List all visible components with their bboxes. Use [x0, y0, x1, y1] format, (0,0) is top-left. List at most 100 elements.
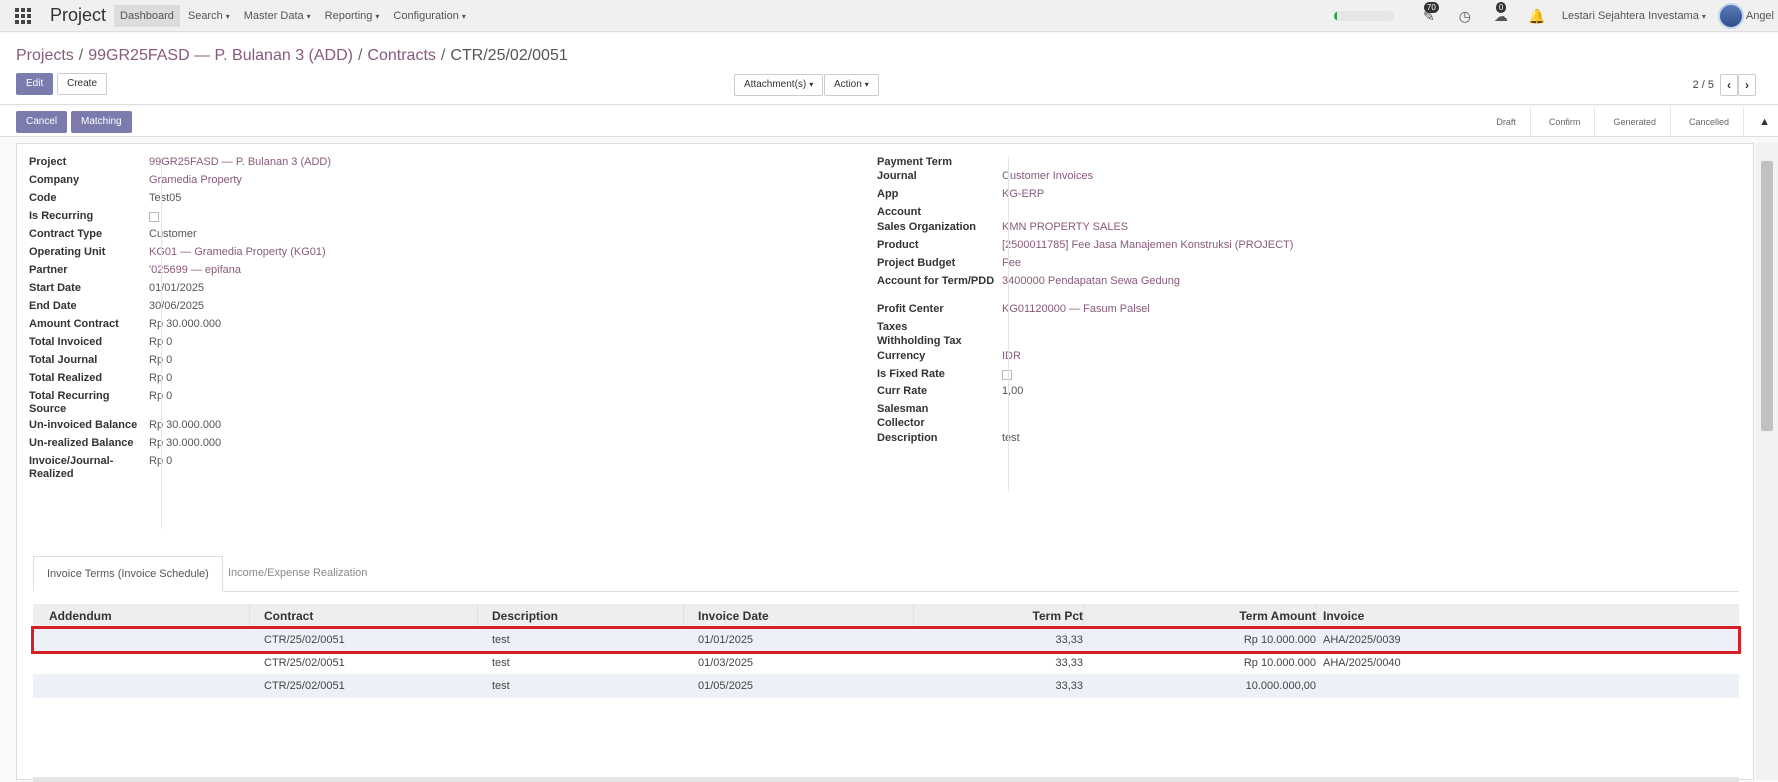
- vertical-scrollbar[interactable]: [1756, 143, 1778, 780]
- field-salesman: Salesman: [877, 403, 1002, 416]
- breadcrumb-item[interactable]: 99GR25FASD — P. Bulanan 3 (ADD): [88, 47, 353, 64]
- field-label: Project Budget: [877, 257, 956, 269]
- cancel-button[interactable]: Cancel: [16, 111, 68, 133]
- field-value[interactable]: 99GR25FASD — P. Bulanan 3 (ADD): [149, 156, 331, 169]
- table-footer: [33, 777, 1739, 782]
- clock-icon[interactable]: ◷: [1454, 5, 1476, 27]
- field-sales-organization: Sales Organization KMN PROPERTY SALES: [877, 221, 1128, 234]
- field-value[interactable]: KG01 — Gramedia Property (KG01): [149, 246, 326, 259]
- field-label: Total Journal: [29, 354, 98, 366]
- checkbox-input[interactable]: [1002, 370, 1012, 380]
- field-value[interactable]: [2500011785] Fee Jasa Manajemen Konstruk…: [1002, 239, 1293, 252]
- field-value: 01/01/2025: [149, 282, 205, 294]
- column-header-description[interactable]: Description: [492, 609, 558, 623]
- menu-reporting[interactable]: Reporting ▾: [319, 5, 386, 27]
- field-value[interactable]: Gramedia Property: [149, 174, 242, 187]
- breadcrumb-item[interactable]: Projects: [16, 47, 74, 64]
- pager-value[interactable]: 2 / 5: [1693, 79, 1714, 91]
- field-value[interactable]: IDR: [1002, 350, 1021, 363]
- field-value[interactable]: Fee: [1002, 257, 1021, 270]
- field-label: Start Date: [29, 282, 81, 294]
- field-company: Company Gramedia Property: [29, 174, 242, 187]
- field-value: Customer: [149, 228, 197, 240]
- cell-term-amount: 10.000.000,00: [1245, 680, 1316, 692]
- matching-button[interactable]: Matching: [71, 111, 132, 133]
- field-withholding-tax: Withholding Tax: [877, 335, 1002, 348]
- breadcrumb-separator: /: [78, 47, 84, 64]
- form-sheet: Project 99GR25FASD — P. Bulanan 3 (ADD) Co…: [16, 143, 1754, 782]
- cell-description: test: [492, 634, 510, 646]
- stage-draft[interactable]: Draft: [1478, 107, 1531, 137]
- tab-income-expense-realization[interactable]: Income/Expense Realization: [215, 556, 380, 592]
- column-header-invoice[interactable]: Invoice: [1323, 609, 1364, 623]
- menu-master-data[interactable]: Master Data ▾: [238, 5, 317, 27]
- onboarding-progress-bar[interactable]: [1333, 11, 1394, 21]
- breadcrumb-item[interactable]: Contracts: [367, 47, 435, 64]
- field-invoice-journal-realized: Invoice/Journal-Realized Rp 0: [29, 455, 172, 481]
- user-avatar[interactable]: [1717, 3, 1744, 29]
- pager-next-button[interactable]: ›: [1738, 74, 1756, 96]
- field-value[interactable]: '025699 — epifana: [149, 264, 241, 277]
- company-switcher[interactable]: Lestari Sejahtera Investama ▾: [1562, 10, 1706, 22]
- stage-confirm[interactable]: Confirm: [1531, 107, 1596, 137]
- attachments-dropdown[interactable]: Attachment(s) ▾: [734, 74, 824, 96]
- column-header-term-pct[interactable]: Term Pct: [1033, 609, 1083, 623]
- table-row[interactable]: CTR/25/02/0051 test 01/03/2025 33,33 Rp 10.0…: [33, 651, 1739, 675]
- pager-previous-button[interactable]: ‹: [1720, 74, 1738, 96]
- action-dropdown[interactable]: Action ▾: [824, 74, 879, 96]
- column-header-addendum[interactable]: Addendum: [49, 609, 112, 623]
- stage-cancelled[interactable]: Cancelled: [1671, 107, 1744, 137]
- field-is-recurring: Is Recurring: [29, 210, 159, 223]
- scrollbar-thumb[interactable]: [1761, 161, 1773, 431]
- field-value[interactable]: 3400000 Pendapatan Sewa Gedung: [1002, 275, 1180, 288]
- column-header-contract[interactable]: Contract: [264, 609, 313, 623]
- collapse-up-icon[interactable]: ▲: [1759, 116, 1770, 128]
- checkbox-input[interactable]: [149, 212, 159, 222]
- field-label: Project: [29, 156, 67, 168]
- main-menu: Dashboard Search ▾ Master Data ▾ Reporting ▾ Co…: [114, 4, 474, 27]
- cell-contract: CTR/25/02/0051: [264, 657, 345, 669]
- left-group-divider: [161, 157, 162, 529]
- field-value: 30/06/2025: [149, 300, 205, 312]
- column-divider: [1083, 604, 1084, 628]
- table-row[interactable]: CTR/25/02/0051 test 01/05/2025 33,33 10.000.…: [33, 674, 1739, 698]
- field-taxes: Taxes: [877, 321, 1002, 334]
- field-value[interactable]: Customer Invoices: [1002, 170, 1093, 183]
- column-header-term-amount[interactable]: Term Amount: [1239, 609, 1316, 623]
- breadcrumb-current: CTR/25/02/0051: [450, 47, 568, 64]
- column-header-invoice-date[interactable]: Invoice Date: [698, 609, 769, 623]
- user-name[interactable]: Angel: [1746, 10, 1774, 22]
- field-value[interactable]: KMN PROPERTY SALES: [1002, 221, 1128, 234]
- menu-configuration[interactable]: Configuration ▾: [387, 5, 471, 27]
- field-label: Description: [877, 432, 938, 444]
- field-label: Un-invoiced Balance: [29, 419, 138, 431]
- activity-icon[interactable]: ✎ 70: [1418, 2, 1440, 27]
- cell-invoice-date: 01/03/2025: [698, 657, 754, 669]
- chat-icon[interactable]: ☁ 0: [1490, 2, 1512, 27]
- stage-generated[interactable]: Generated: [1595, 107, 1671, 137]
- field-total-realized: Total Realized Rp 0: [29, 372, 172, 385]
- field-start-date: Start Date 01/01/2025: [29, 282, 204, 295]
- create-button[interactable]: Create: [57, 73, 108, 95]
- field-value: Test05: [149, 192, 182, 204]
- field-label: Profit Center: [877, 303, 944, 315]
- column-divider: [683, 604, 684, 628]
- field-label: App: [877, 188, 899, 200]
- cell-invoice-date: 01/01/2025: [698, 634, 754, 646]
- tab-invoice-terms[interactable]: Invoice Terms (Invoice Schedule): [33, 556, 223, 592]
- menu-search[interactable]: Search ▾: [182, 5, 236, 27]
- cell-term-amount: Rp 10.000.000: [1243, 634, 1316, 646]
- field-label: Un-realized Balance: [29, 437, 134, 449]
- field-amount-contract: Amount Contract Rp 30.000.000: [29, 318, 221, 331]
- field-value[interactable]: KG01120000 — Fasum Palsel: [1002, 303, 1150, 316]
- field-label: Account: [877, 206, 921, 218]
- apps-grid-icon[interactable]: [14, 7, 32, 25]
- menu-dashboard[interactable]: Dashboard: [114, 4, 180, 27]
- field-value: Rp 30.000.000: [149, 437, 222, 449]
- cell-term-pct: 33,33: [1055, 657, 1083, 669]
- field-total-invoiced: Total Invoiced Rp 0: [29, 336, 172, 349]
- field-un-invoiced-balance: Un-invoiced Balance Rp 30.000.000: [29, 419, 221, 432]
- bell-icon[interactable]: 🔔: [1526, 5, 1548, 27]
- edit-button[interactable]: Edit: [16, 73, 54, 95]
- table-row[interactable]: CTR/25/02/0051 test 01/01/2025 33,33 Rp 10.0…: [31, 626, 1741, 654]
